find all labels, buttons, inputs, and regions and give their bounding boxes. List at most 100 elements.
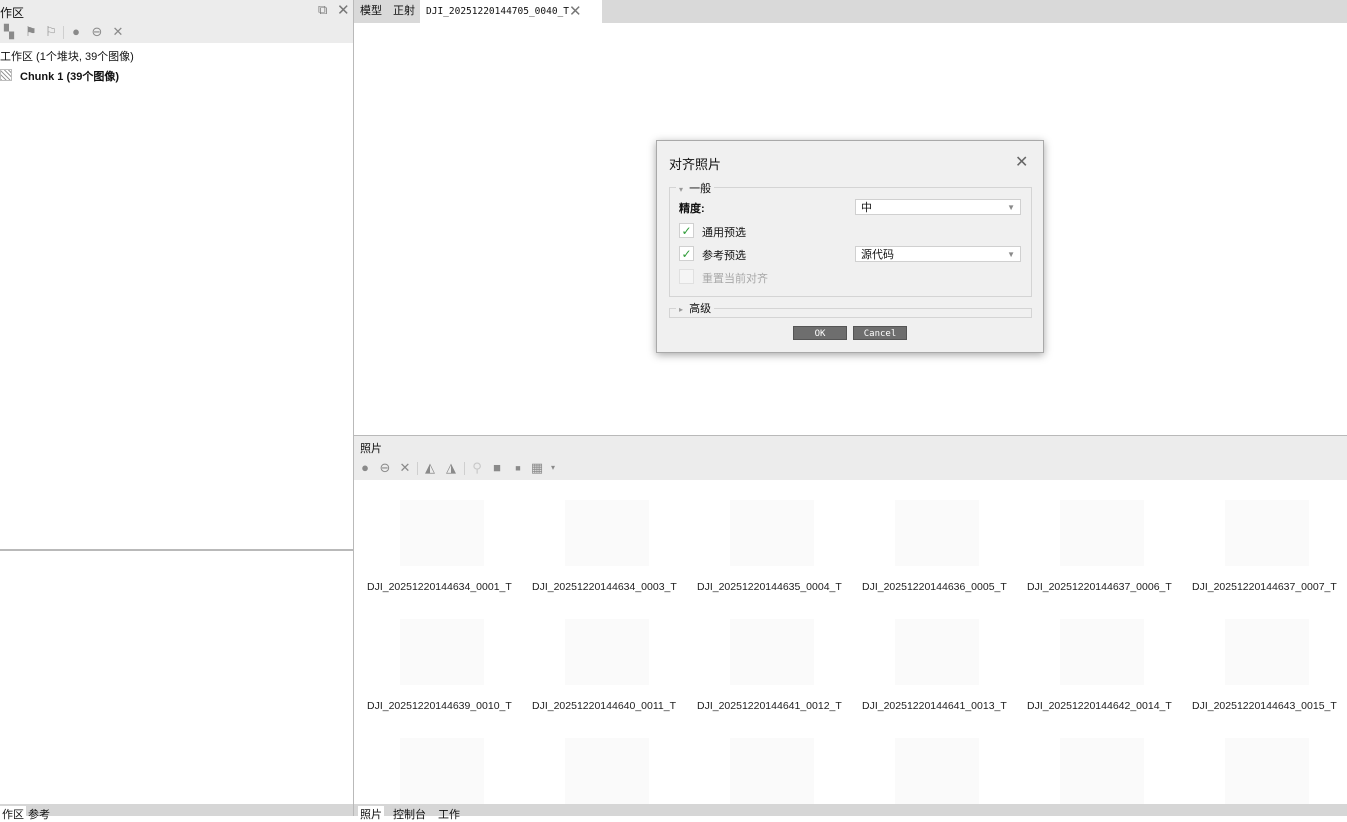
workspace-toolbar: ▚ ⚑ ⚐ ● ⊖ ✕ <box>0 22 353 43</box>
tab-photo[interactable]: DJI_20251220144705_0040_T ✕ <box>420 0 602 23</box>
photo-thumbnail[interactable] <box>400 619 484 685</box>
mask-icon[interactable]: ■ <box>490 461 504 475</box>
close-tab-icon[interactable]: ✕ <box>569 0 582 23</box>
bottom-tabbar: 照片 控制台 工作 <box>354 804 1347 822</box>
tab-console[interactable]: 控制台 <box>391 806 428 822</box>
photo-thumbnail[interactable] <box>400 500 484 566</box>
tab-reference[interactable]: 参考 <box>26 806 52 822</box>
photo-thumbnail[interactable] <box>565 619 649 685</box>
accuracy-label: 精度: <box>679 203 705 215</box>
photo-thumbnail[interactable] <box>730 738 814 804</box>
accuracy-select[interactable]: 中 ▼ <box>855 199 1021 215</box>
rotate-right-icon[interactable]: ◮ <box>444 461 458 475</box>
photos-grid: DJI_20251220144634_0001_T DJI_2025122014… <box>354 480 1347 804</box>
float-panel-icon[interactable]: ⧉ <box>318 2 327 18</box>
tab-photos[interactable]: 照片 <box>358 806 384 822</box>
enable-icon[interactable]: ● <box>358 461 372 475</box>
generic-preselection-label: 通用预选 <box>702 227 746 239</box>
photo-thumbnail[interactable] <box>400 738 484 804</box>
dialog-close-icon[interactable]: ✕ <box>1015 152 1028 172</box>
reference-preselection-value: 源代码 <box>861 249 894 261</box>
rotate-left-icon[interactable]: ◭ <box>423 461 437 475</box>
reference-preselection-label: 参考预选 <box>702 250 746 262</box>
left-bottom-tabbar: 作区 参考 <box>0 804 353 822</box>
dialog-title: 对齐照片 <box>669 157 722 172</box>
accuracy-value: 中 <box>861 202 872 214</box>
photo-caption: DJI_20251220144635_0004_T <box>697 581 842 593</box>
filter-icon[interactable]: ⚲ <box>470 461 484 475</box>
tab-photo-label: DJI_20251220144705_0040_T <box>426 6 569 17</box>
expand-arrow-icon: ▸ <box>679 305 684 314</box>
photo-caption: DJI_20251220144642_0014_T <box>1027 700 1172 712</box>
photo-caption: DJI_20251220144643_0015_T <box>1192 700 1337 712</box>
advanced-group-label: 高级 <box>689 303 712 315</box>
workspace-title-bar: 作区 ⧉ ✕ <box>0 0 353 22</box>
grid-view-icon[interactable]: ▦ <box>530 461 544 475</box>
tab-workspace[interactable]: 作区 <box>0 806 26 822</box>
add-folder-icon[interactable]: ⚐ <box>44 25 58 39</box>
photo-caption: DJI_20251220144640_0011_T <box>532 700 677 712</box>
add-chunk-icon[interactable]: ▚ <box>2 25 16 39</box>
photo-thumbnail[interactable] <box>730 619 814 685</box>
chunk-icon <box>0 69 12 81</box>
reset-alignment-checkbox <box>679 269 694 284</box>
workspace-title: 作区 <box>0 6 25 20</box>
remove-icon[interactable]: ✕ <box>111 25 125 39</box>
photo-caption: DJI_20251220144637_0007_T <box>1192 581 1337 593</box>
general-group-label: 一般 <box>689 183 712 195</box>
photo-thumbnail[interactable] <box>895 500 979 566</box>
photos-title: 照片 <box>360 443 382 455</box>
align-photos-dialog: 对齐照片 ✕ ▾ 一般 精度: 中 ▼ ✓ 通用预选 ✓ 参考预选 源代码 ▼ … <box>656 140 1044 353</box>
photo-thumbnail[interactable] <box>730 500 814 566</box>
photo-thumbnail[interactable] <box>1060 619 1144 685</box>
photos-toolbar: ● ⊖ ✕ ◭ ◮ ⚲ ■ ■ ▦ ▾ <box>354 458 1347 478</box>
general-group: ▾ 一般 精度: 中 ▼ ✓ 通用预选 ✓ 参考预选 源代码 ▼ 重置当前对齐 <box>669 180 1032 297</box>
photo-thumbnail[interactable] <box>1225 500 1309 566</box>
advanced-group: ▸ 高级 <box>669 300 1032 318</box>
photo-thumbnail[interactable] <box>1225 619 1309 685</box>
photo-thumbnail[interactable] <box>895 619 979 685</box>
reset-alignment-label: 重置当前对齐 <box>702 273 768 285</box>
panel-splitter[interactable] <box>0 549 353 551</box>
tab-jobs[interactable]: 工作 <box>436 806 462 822</box>
remove-icon[interactable]: ✕ <box>398 461 412 475</box>
cancel-button[interactable]: Cancel <box>853 326 907 340</box>
close-panel-icon[interactable]: ✕ <box>337 1 350 19</box>
ok-button[interactable]: OK <box>793 326 847 340</box>
photo-thumbnail[interactable] <box>1060 500 1144 566</box>
photo-caption: DJI_20251220144639_0010_T <box>367 700 512 712</box>
generic-preselection-checkbox[interactable]: ✓ <box>679 223 694 238</box>
photo-caption: DJI_20251220144641_0012_T <box>697 700 842 712</box>
chevron-down-icon[interactable]: ▾ <box>546 461 560 475</box>
photo-caption: DJI_20251220144637_0006_T <box>1027 581 1172 593</box>
photo-thumbnail[interactable] <box>565 738 649 804</box>
collapse-arrow-icon: ▾ <box>679 185 684 194</box>
chevron-down-icon: ▼ <box>1007 250 1015 259</box>
advanced-group-header[interactable]: ▸ 高级 <box>676 300 715 316</box>
photo-caption: DJI_20251220144634_0003_T <box>532 581 677 593</box>
tab-ortho[interactable]: 正射 <box>387 0 421 23</box>
photo-thumbnail[interactable] <box>1060 738 1144 804</box>
small-icon[interactable]: ■ <box>511 461 525 475</box>
disable-icon[interactable]: ⊖ <box>378 461 392 475</box>
photo-thumbnail[interactable] <box>1225 738 1309 804</box>
chunk-label: Chunk 1 (39个图像) <box>20 71 120 83</box>
add-photos-icon[interactable]: ⚑ <box>24 25 38 39</box>
disable-icon[interactable]: ⊖ <box>90 25 104 39</box>
reference-preselection-select[interactable]: 源代码 ▼ <box>855 246 1021 262</box>
reference-preselection-checkbox[interactable]: ✓ <box>679 246 694 261</box>
general-group-header[interactable]: ▾ 一般 <box>676 180 715 196</box>
enable-icon[interactable]: ● <box>69 25 83 39</box>
tab-model[interactable]: 模型 <box>354 0 388 23</box>
chunk-item[interactable]: Chunk 1 (39个图像) <box>0 68 119 84</box>
workspace-tree-root[interactable]: 工作区 (1个堆块, 39个图像) <box>0 48 134 64</box>
photo-caption: DJI_20251220144634_0001_T <box>367 581 512 593</box>
photos-panel-header: 照片 ● ⊖ ✕ ◭ ◮ ⚲ ■ ■ ▦ ▾ <box>354 436 1347 480</box>
photo-caption: DJI_20251220144641_0013_T <box>862 700 1007 712</box>
chevron-down-icon: ▼ <box>1007 203 1015 212</box>
document-tabbar: 模型 正射 DJI_20251220144705_0040_T ✕ <box>354 0 1347 23</box>
photo-thumbnail[interactable] <box>565 500 649 566</box>
photo-caption: DJI_20251220144636_0005_T <box>862 581 1007 593</box>
workspace-panel: 作区 ⧉ ✕ ▚ ⚑ ⚐ ● ⊖ ✕ 工作区 (1个堆块, 39个图像) Chu… <box>0 0 354 822</box>
photo-thumbnail[interactable] <box>895 738 979 804</box>
